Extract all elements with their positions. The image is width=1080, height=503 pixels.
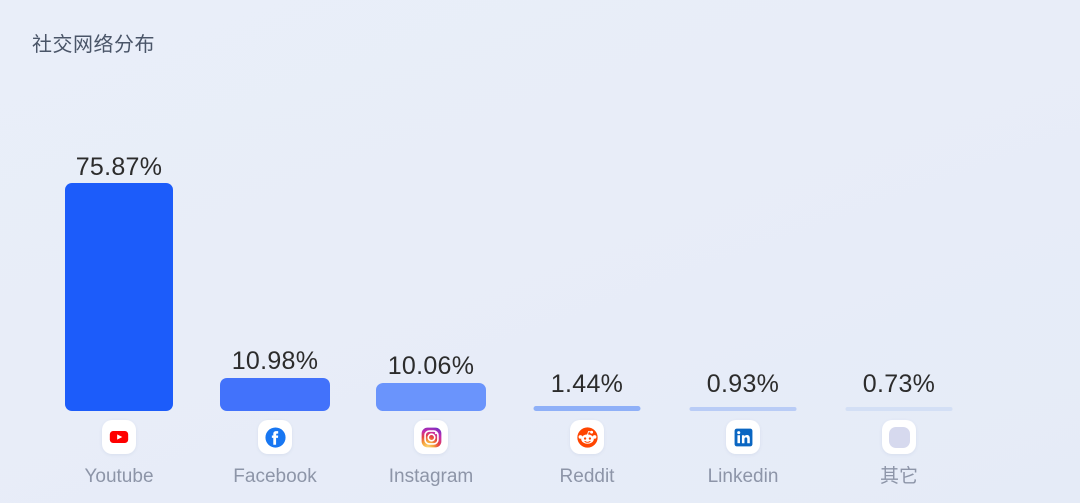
bar-value-reddit: 1.44%	[550, 370, 624, 398]
social-network-distribution-chart: 社交网络分布 75.87% Youtube 10.98% Facebook 10…	[0, 0, 1080, 503]
bar-column-youtube[interactable]: 75.87% Youtube	[41, 100, 197, 503]
bar-value-other: 0.73%	[862, 370, 936, 398]
bar-value-facebook: 10.98%	[231, 347, 319, 375]
bar-label-reddit: Reddit	[559, 466, 615, 487]
bar-label-youtube: Youtube	[84, 466, 154, 487]
facebook-icon	[258, 420, 292, 454]
youtube-icon	[102, 420, 136, 454]
other-icon	[882, 420, 916, 454]
bar-label-facebook: Facebook	[233, 466, 317, 487]
bar-value-youtube: 75.87%	[75, 153, 163, 181]
bar-youtube[interactable]	[65, 183, 173, 411]
bar-column-linkedin[interactable]: 0.93% Linkedin	[665, 100, 821, 503]
bar-linkedin[interactable]	[689, 407, 797, 411]
other-placeholder-square	[888, 426, 910, 448]
bar-column-reddit[interactable]: 1.44% Reddit	[509, 100, 665, 503]
bar-other[interactable]	[845, 407, 953, 411]
bar-column-facebook[interactable]: 10.98% Facebook	[197, 100, 353, 503]
chart-title: 社交网络分布	[32, 34, 155, 56]
reddit-icon	[570, 420, 604, 454]
bar-reddit[interactable]	[533, 406, 641, 411]
bar-column-other[interactable]: 0.73% 其它	[821, 100, 977, 503]
instagram-icon	[414, 420, 448, 454]
bar-label-instagram: Instagram	[388, 466, 474, 487]
bar-value-instagram: 10.06%	[387, 352, 475, 380]
bar-label-linkedin: Linkedin	[707, 466, 779, 487]
chart-plot-area: 75.87% Youtube 10.98% Facebook 10.06% In…	[41, 100, 1039, 503]
linkedin-icon	[726, 420, 760, 454]
bar-instagram[interactable]	[376, 383, 486, 411]
bar-value-linkedin: 0.93%	[706, 370, 780, 398]
bar-column-instagram[interactable]: 10.06% Instagram	[353, 100, 509, 503]
bar-facebook[interactable]	[220, 378, 330, 411]
bar-label-other: 其它	[879, 466, 918, 487]
